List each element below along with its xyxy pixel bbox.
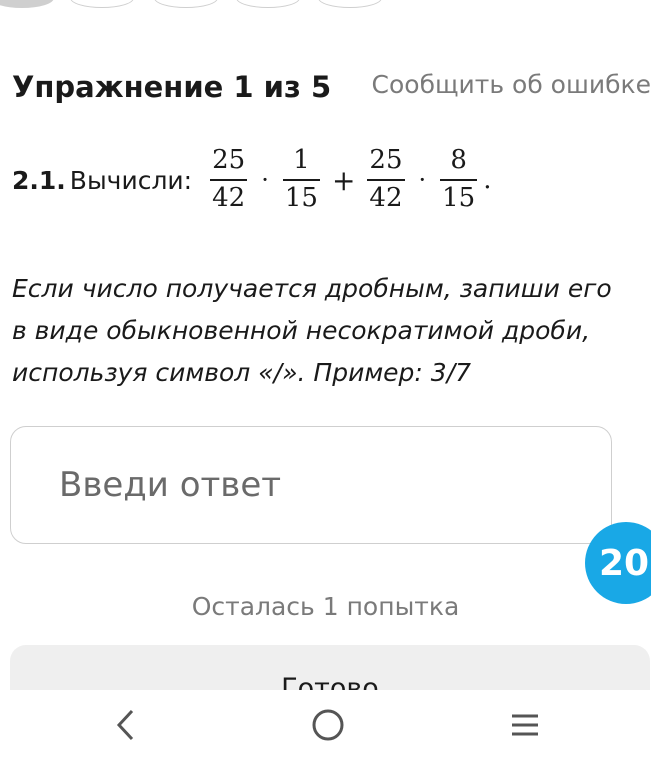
fraction-numerator: 25	[369, 145, 403, 176]
math-expression: 25 42 · 1 15 + 25 42 · 8 15 .	[206, 145, 492, 214]
menu-icon	[510, 712, 540, 742]
fraction: 25 42	[367, 145, 405, 214]
fraction-bar	[210, 179, 248, 181]
progress-dot	[154, 0, 218, 8]
fraction-denominator: 15	[284, 183, 318, 213]
nav-home-button[interactable]	[288, 690, 368, 763]
fraction-numerator: 8	[450, 145, 467, 176]
progress-dot	[318, 0, 382, 8]
fraction: 1 15	[282, 145, 320, 214]
progress-dots	[0, 0, 651, 8]
fraction-denominator: 15	[442, 183, 476, 213]
answer-instruction: Если число получается дробным, запиши ег…	[12, 274, 612, 387]
problem-verb: Вычисли:	[69, 165, 193, 195]
fraction-numerator: 25	[212, 145, 246, 176]
exercise-title: Упражнение 1 из 5	[12, 70, 332, 104]
attempts-remaining: Осталась 1 попытка	[191, 592, 460, 621]
problem-number: 2.1.	[12, 165, 66, 195]
progress-dot-current	[0, 0, 54, 8]
back-icon	[114, 708, 138, 746]
fraction-denominator: 42	[212, 183, 246, 213]
home-icon	[310, 707, 346, 747]
answer-input[interactable]	[10, 426, 612, 544]
fraction-bar	[282, 179, 320, 181]
system-nav-bar	[0, 690, 651, 763]
progress-dot	[236, 0, 300, 8]
problem-statement: 2.1. Вычисли: 25 42 · 1 15 + 25 42 · 8 1…	[12, 135, 492, 225]
nav-recents-button[interactable]	[485, 690, 565, 763]
fraction-bar	[367, 179, 405, 181]
exercise-header: Упражнение 1 из 5 Сообщить об ошибке	[12, 70, 651, 110]
multiply-operator: ·	[418, 166, 427, 194]
multiply-operator: ·	[261, 166, 269, 194]
fraction-numerator: 1	[293, 145, 310, 176]
expression-period: .	[483, 165, 492, 195]
done-button-label: Готово	[281, 673, 379, 690]
nav-back-button[interactable]	[86, 690, 166, 763]
progress-dot	[70, 0, 134, 8]
plus-operator: +	[331, 163, 356, 197]
done-button[interactable]: Готово	[10, 645, 650, 690]
fraction-bar	[440, 179, 478, 181]
fraction-denominator: 42	[369, 183, 403, 213]
report-error-link[interactable]: Сообщить об ошибке	[372, 70, 651, 99]
fraction: 25 42	[210, 145, 248, 214]
fraction: 8 15	[440, 145, 478, 214]
